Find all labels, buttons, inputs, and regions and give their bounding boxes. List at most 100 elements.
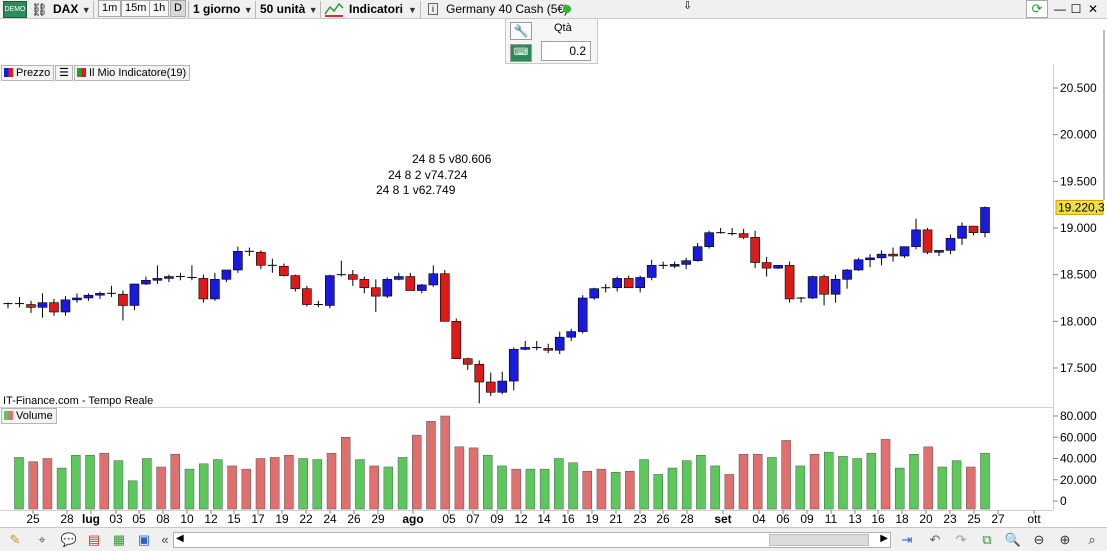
candle-body — [221, 269, 232, 280]
candle[interactable] — [382, 277, 393, 298]
alert-bubble-icon[interactable]: 💬 — [60, 531, 78, 549]
candle[interactable] — [589, 287, 600, 300]
y-tick-label: 20.500 — [1060, 81, 1097, 95]
link-chain-icon[interactable]: ⛓ — [31, 1, 48, 18]
info-icon[interactable]: i — [428, 3, 438, 15]
indicator-legend[interactable]: Il Mio Indicatore(19) — [74, 65, 191, 81]
candle-body — [922, 229, 933, 253]
timeframe-d-button[interactable]: D — [170, 0, 186, 17]
volume-bar — [667, 467, 678, 510]
candle[interactable] — [325, 274, 335, 309]
candle-body — [233, 251, 243, 271]
close-icon[interactable]: ✕ — [1086, 1, 1100, 18]
indicators-button[interactable]: Indicatori — [349, 1, 403, 18]
positions-list-icon[interactable]: ▦ — [110, 531, 128, 549]
candle-body — [141, 279, 151, 285]
candle-body — [738, 233, 749, 238]
volume-bar — [170, 454, 181, 510]
settings-wrench-icon[interactable]: 🔧 — [510, 22, 532, 40]
candle-body — [83, 294, 94, 299]
scroll-start-icon[interactable]: « — [156, 531, 174, 549]
indicator-chart-icon[interactable]: ⧉ — [978, 531, 996, 549]
x-tick-label: 16 — [871, 512, 885, 526]
search-zoom-icon[interactable]: ⌕ — [1083, 531, 1101, 549]
minimize-icon[interactable]: — — [1053, 1, 1067, 18]
scroll-right-icon[interactable]: ▶ — [880, 533, 888, 544]
period-label: 1 giorno — [193, 2, 241, 16]
indicators-chart-icon[interactable] — [324, 1, 344, 18]
redo-icon[interactable]: ↷ — [952, 531, 970, 549]
volume-bar — [426, 421, 436, 510]
chart-window-icon[interactable]: ▣ — [135, 531, 153, 549]
candle[interactable] — [704, 230, 714, 249]
candle[interactable] — [899, 246, 910, 258]
scroll-left-icon[interactable]: ◀ — [176, 533, 184, 544]
volume-bar — [497, 465, 507, 510]
indicators-chevron[interactable]: ▼ — [408, 1, 417, 18]
candle[interactable] — [807, 275, 818, 299]
volume-bar — [184, 468, 195, 510]
timeframe-15m-button[interactable]: 15m — [121, 0, 151, 17]
x-tick-label: 14 — [537, 512, 551, 526]
undo-icon[interactable]: ↶ — [926, 531, 944, 549]
draw-pen-icon[interactable]: ✎ — [6, 531, 24, 549]
candle[interactable] — [853, 257, 864, 271]
zoom-out-icon[interactable]: ⊖ — [1030, 531, 1048, 549]
candle-body — [888, 253, 898, 257]
volume-bar — [880, 439, 891, 510]
list-menu-icon[interactable]: ☰ — [55, 65, 73, 81]
orders-list-icon[interactable]: ▤ — [85, 531, 103, 549]
candle[interactable] — [784, 261, 795, 303]
units-dropdown[interactable]: 50 unità ▼ — [260, 1, 318, 18]
scroll-thumb[interactable] — [769, 534, 869, 546]
ticker-dropdown[interactable]: DAX ▼ — [53, 1, 91, 18]
cursor-icon[interactable]: ⌖ — [33, 531, 51, 549]
candle[interactable] — [451, 318, 462, 359]
candle[interactable] — [980, 206, 990, 238]
snap-right-icon[interactable]: ⇥ — [898, 531, 916, 549]
candle[interactable] — [290, 274, 301, 292]
x-tick-label: 09 — [800, 512, 814, 526]
period-dropdown[interactable]: 1 giorno ▼ — [193, 1, 255, 18]
candle[interactable] — [198, 274, 209, 303]
volume-bar — [369, 465, 379, 510]
time-scrollbar[interactable]: ◀ ▶ — [173, 532, 891, 548]
candle-body — [198, 278, 209, 300]
price-legend[interactable]: Prezzo — [1, 65, 55, 81]
timeframe-1m-button[interactable]: 1m — [98, 0, 122, 17]
x-tick-label: 18 — [895, 512, 909, 526]
price-chart-canvas[interactable]: 24 8 5 v80.606 24 8 2 v74.72424 8 1 v62.7… — [0, 0, 1107, 551]
timeframe-1h-button[interactable]: 1h — [149, 0, 170, 17]
x-tick-label: 20 — [919, 512, 933, 526]
x-tick-label: 19 — [275, 512, 289, 526]
candle-body — [842, 269, 852, 280]
candle[interactable] — [577, 295, 588, 334]
x-tick-label: 09 — [490, 512, 504, 526]
keyboard-icon[interactable]: ⌨ — [510, 44, 532, 62]
quantity-input[interactable]: 0.2 — [541, 41, 591, 61]
quantity-panel: 🔧 ⌨ Qtà 0.2 — [505, 19, 598, 64]
candle[interactable] — [922, 228, 933, 255]
candle-body — [256, 251, 266, 266]
x-tick-label: 26 — [656, 512, 670, 526]
volume-legend[interactable]: Volume — [1, 408, 57, 424]
maximize-icon[interactable]: ☐ — [1069, 1, 1083, 18]
zoom-in-icon[interactable]: ⊕ — [1056, 531, 1074, 549]
candle-body — [945, 237, 956, 251]
volume-bar — [923, 446, 933, 510]
search-icon[interactable]: 🔍 — [1004, 531, 1022, 549]
x-tick-label: 21 — [609, 512, 623, 526]
volume-bar — [909, 454, 919, 510]
volume-bar — [298, 458, 308, 510]
volume-bar — [653, 474, 664, 510]
x-tick-label: 10 — [180, 512, 194, 526]
volume-bar — [525, 468, 536, 510]
candle[interactable] — [302, 285, 312, 307]
x-tick-label: 12 — [204, 512, 218, 526]
candle-body — [49, 302, 59, 313]
refresh-icon[interactable]: ⟳ — [1026, 0, 1048, 18]
volume-bar — [511, 468, 521, 510]
candle[interactable] — [439, 270, 450, 322]
volume-bar — [710, 465, 720, 510]
candle-body — [830, 279, 841, 295]
